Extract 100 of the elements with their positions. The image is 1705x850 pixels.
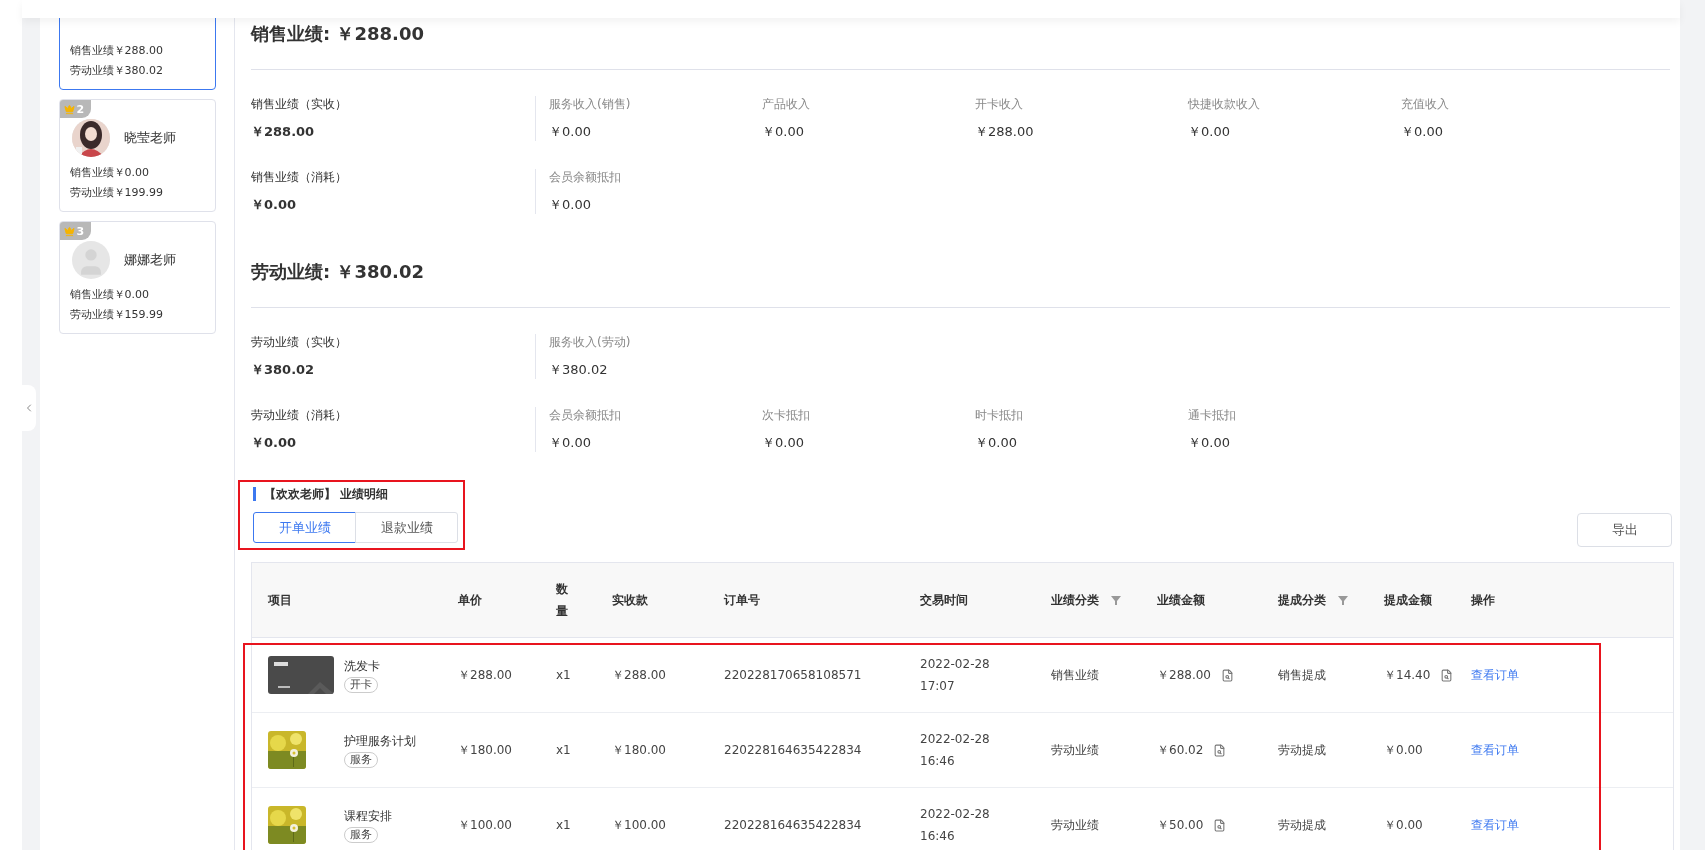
- stat-value: ￥0.00: [762, 434, 805, 452]
- table-cell-text: ￥288.00: [612, 667, 666, 684]
- stat-value: ￥0.00: [762, 123, 805, 141]
- column-header: 提成分类: [1278, 592, 1326, 609]
- stat-label: 销售业绩（消耗）: [251, 169, 348, 185]
- table-cell-text: 220228170658108571: [724, 667, 862, 684]
- table-cell-text: ￥0.00: [1384, 817, 1423, 834]
- view-order-link[interactable]: 查看订单: [1471, 741, 1519, 759]
- stat-value: ￥288.00: [251, 123, 316, 141]
- detail-icon[interactable]: [1440, 668, 1454, 682]
- stat-label: 会员余额抵扣: [549, 407, 622, 423]
- filter-icon[interactable]: [1338, 595, 1348, 605]
- detail-icon[interactable]: [1213, 818, 1227, 832]
- collapse-handle[interactable]: [22, 385, 36, 431]
- stat-label: 通卡抵扣: [1188, 407, 1237, 423]
- table-cell-text: ￥288.00: [458, 667, 512, 684]
- table-cell-text: ￥100.00: [612, 817, 666, 834]
- table-cell-text: x1: [556, 742, 571, 759]
- table-cell-text: ￥180.00: [458, 742, 512, 759]
- staff-name: 娜娜老师: [123, 251, 176, 269]
- rank-badge: 3: [59, 222, 91, 240]
- stat-label: 次卡抵扣: [762, 407, 811, 423]
- table-cell-text: ￥288.00: [1157, 667, 1211, 684]
- stat-label: 充值收入: [1401, 96, 1450, 112]
- detail-icon[interactable]: [1213, 743, 1227, 757]
- table-cell-text: 销售提成: [1278, 667, 1326, 684]
- rank-badge: 2: [59, 100, 91, 118]
- stat-label: 劳动业绩（消耗）: [251, 407, 348, 423]
- stat-label: 快捷收款收入: [1188, 96, 1261, 112]
- view-order-link[interactable]: 查看订单: [1471, 816, 1519, 834]
- table-cell-text: 劳动业绩: [1051, 817, 1099, 834]
- section-title: 劳动业绩: ￥380.02: [251, 260, 425, 284]
- column-header: 实收款: [612, 592, 648, 609]
- detail-title: 【欢欢老师】 业绩明细: [253, 487, 458, 501]
- column-header: 单价: [458, 592, 482, 609]
- labor-stat: 劳动业绩￥199.99: [69, 185, 164, 201]
- stat-value: ￥0.00: [251, 434, 298, 452]
- table-cell-text: 16:46: [920, 828, 955, 845]
- item-name: 护理服务计划: [344, 732, 416, 750]
- table-cell-text: 220228164635422834: [724, 742, 862, 759]
- table-cell-text: 2022-02-28: [920, 806, 990, 823]
- table-cell-text: 销售业绩: [1051, 667, 1099, 684]
- table-cell-text: 2022-02-28: [920, 656, 990, 673]
- sales-stat: 销售业绩￥0.00: [69, 287, 150, 303]
- table-cell-text: ￥180.00: [612, 742, 666, 759]
- stat-label: 服务收入(劳动): [549, 334, 632, 350]
- stat-label: 时卡抵扣: [975, 407, 1024, 423]
- staff-card[interactable]: 3 娜娜老师 销售业绩￥0.00 劳动业绩￥159.99: [58, 221, 216, 334]
- export-button[interactable]: 导出: [1577, 513, 1672, 547]
- table-cell-text: 16:46: [920, 753, 955, 770]
- stat-label: 开卡收入: [975, 96, 1024, 112]
- view-order-link[interactable]: 查看订单: [1471, 666, 1519, 684]
- column-header: 业绩金额: [1157, 592, 1205, 609]
- column-header: 订单号: [724, 592, 760, 609]
- labor-stat: 劳动业绩￥380.02: [69, 63, 164, 79]
- table-cell-text: 2022-02-28: [920, 731, 990, 748]
- table-cell-text: 17:07: [920, 678, 955, 695]
- table-cell-text: 劳动提成: [1278, 817, 1326, 834]
- table-cell-text: ￥60.02: [1157, 742, 1204, 759]
- column-header: 项目: [268, 592, 292, 609]
- sales-stat: 销售业绩￥288.00: [69, 43, 164, 59]
- column-header: 操作: [1471, 592, 1495, 609]
- table-cell-text: ￥0.00: [1384, 742, 1423, 759]
- column-header: 业绩分类: [1051, 592, 1099, 609]
- staff-name: 晓莹老师: [123, 129, 176, 147]
- item-name: 洗发卡: [344, 657, 380, 675]
- stat-label: 劳动业绩（实收）: [251, 334, 348, 350]
- stat-label: 销售业绩（实收）: [251, 96, 348, 112]
- table-cell-text: 220228164635422834: [724, 817, 862, 834]
- column-header: 数量: [556, 581, 569, 620]
- labor-stat: 劳动业绩￥159.99: [69, 307, 164, 323]
- stat-label: 服务收入(销售): [549, 96, 632, 112]
- section-title: 销售业绩: ￥288.00: [251, 22, 425, 46]
- table-cell-text: 劳动提成: [1278, 742, 1326, 759]
- stat-value: ￥380.02: [549, 361, 609, 379]
- staff-card[interactable]: 2 晓莹老师 销售业绩￥0.00 劳动业绩￥199.99: [58, 99, 216, 212]
- stat-value: ￥380.02: [251, 361, 316, 379]
- stat-value: ￥0.00: [549, 123, 592, 141]
- stat-value: ￥0.00: [975, 434, 1018, 452]
- item-name: 课程安排: [344, 807, 392, 825]
- table-cell-text: 劳动业绩: [1051, 742, 1099, 759]
- stat-value: ￥0.00: [1401, 123, 1444, 141]
- stat-label: 会员余额抵扣: [549, 169, 622, 185]
- table-cell-text: x1: [556, 817, 571, 834]
- table-cell-text: x1: [556, 667, 571, 684]
- sales-stat: 销售业绩￥0.00: [69, 165, 150, 181]
- column-header: 提成金额: [1384, 592, 1432, 609]
- filter-icon[interactable]: [1111, 595, 1121, 605]
- stat-value: ￥0.00: [251, 196, 298, 214]
- detail-icon[interactable]: [1221, 668, 1234, 682]
- table-cell-text: ￥50.00: [1157, 817, 1204, 834]
- column-header: 交易时间: [920, 592, 968, 609]
- stat-value: ￥0.00: [549, 434, 592, 452]
- tab[interactable]: 退款业绩: [355, 512, 458, 543]
- stat-label: 产品收入: [762, 96, 811, 112]
- table-cell-text: ￥100.00: [458, 817, 512, 834]
- stat-value: ￥288.00: [975, 123, 1035, 141]
- table-cell-text: ￥14.40: [1384, 667, 1431, 684]
- stat-value: ￥0.00: [549, 196, 592, 214]
- tab[interactable]: 开单业绩: [253, 512, 356, 543]
